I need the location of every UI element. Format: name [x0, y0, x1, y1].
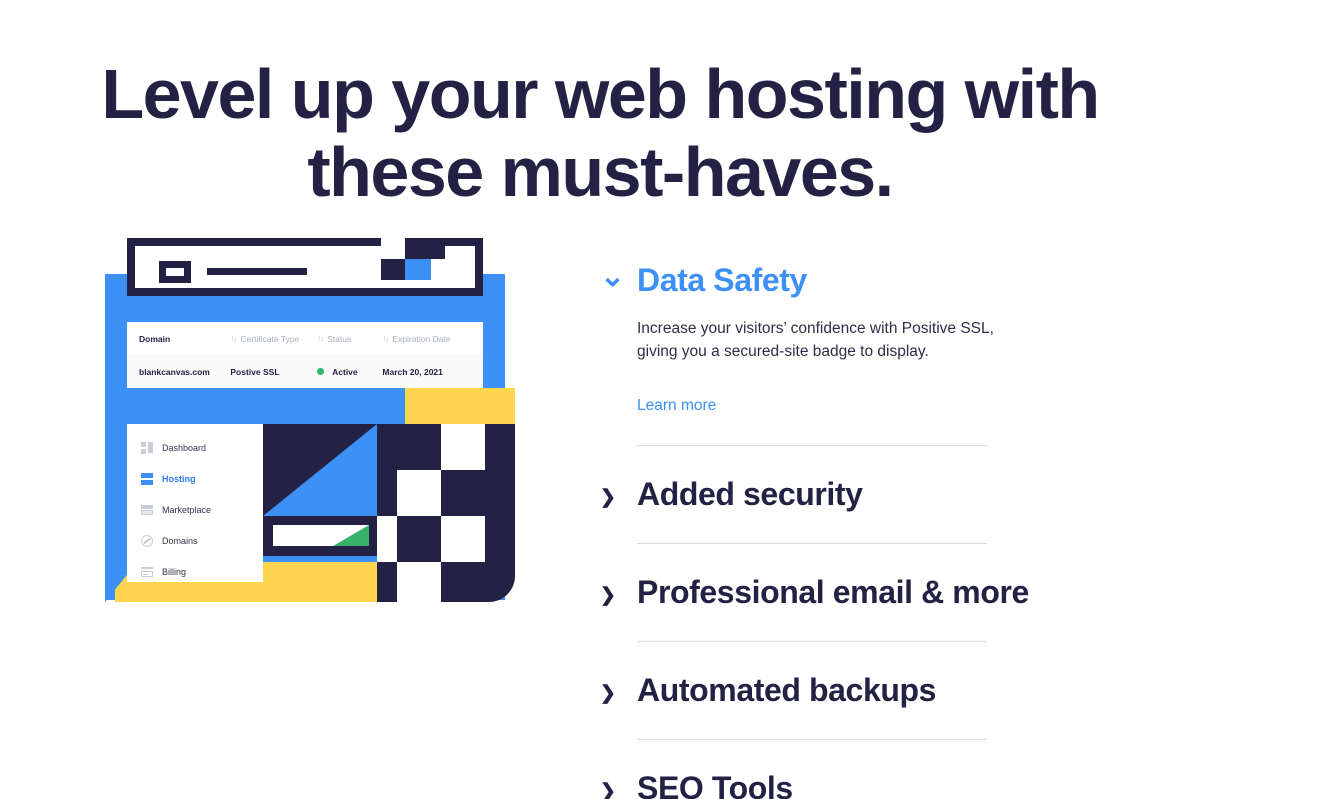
table-header-certificate-type[interactable]: ↑↓ Certificate Type: [230, 334, 317, 344]
store-icon: [141, 504, 154, 516]
table-header-expiration-date[interactable]: ↑↓ Expiration Date: [382, 334, 471, 344]
sort-icon[interactable]: ↑↓: [317, 334, 324, 343]
status-dot-icon: [317, 368, 325, 375]
sidebar-item-hosting[interactable]: Hosting: [141, 463, 263, 494]
server-icon: [141, 472, 154, 485]
chevron-right-icon[interactable]: ❯: [600, 580, 637, 605]
sidebar-item-label: Billing: [162, 566, 187, 577]
browser-url-line: [207, 268, 307, 275]
header-label: Certificate Type: [240, 333, 300, 344]
sidebar-item-label: Dashboard: [162, 442, 207, 453]
status-badge: Active: [332, 366, 358, 377]
browser-checker-white-1: [381, 238, 405, 259]
accordion-header[interactable]: ❯ Added security: [600, 476, 1120, 513]
accordion-panel: Increase your visitors’ confidence with …: [637, 317, 1120, 416]
sidebar-item-marketplace[interactable]: Marketplace: [141, 494, 263, 525]
cell-value: blankcanvas.com: [139, 366, 210, 377]
illustration-checkerboard: [377, 424, 515, 602]
cell-value: March 20, 2021: [382, 366, 443, 377]
page-root: Level up your web hosting with these mus…: [0, 0, 1320, 799]
table-row: blankcanvas.com Postive SSL Active March…: [127, 355, 483, 388]
ssl-certificate-table: Domain ↑↓ Certificate Type ↑↓ Status ↑↓ …: [127, 322, 483, 388]
header-label: Domain: [139, 333, 171, 344]
accordion-item-added-security[interactable]: ❯ Added security: [600, 476, 1120, 513]
sidebar-item-label: Hosting: [162, 473, 196, 484]
sidebar-item-dashboard[interactable]: Dashboard: [141, 432, 263, 463]
accordion-description: Increase your visitors’ confidence with …: [637, 319, 994, 360]
globe-icon: [141, 534, 154, 547]
chevron-right-icon[interactable]: ❯: [600, 678, 637, 703]
accordion-item-automated-backups[interactable]: ❯ Automated backups: [600, 672, 1120, 709]
sort-icon[interactable]: ↑↓: [230, 334, 237, 343]
cell-expiration-date: March 20, 2021: [382, 367, 471, 377]
accordion-divider: [637, 445, 987, 447]
header-label: Status: [327, 333, 352, 344]
table-header-status[interactable]: ↑↓ Status: [317, 334, 382, 344]
sort-icon[interactable]: ↑↓: [382, 334, 389, 343]
illustration-progress-panel: [263, 516, 377, 556]
hosting-illustration: Domain ↑↓ Certificate Type ↑↓ Status ↑↓ …: [105, 238, 515, 604]
cell-domain: blankcanvas.com: [139, 367, 230, 377]
dashboard-sidebar: Dashboard Hosting Marketplace Domains Bi…: [127, 424, 263, 582]
accordion-divider: [637, 640, 987, 642]
illustration-progress-bar: [273, 525, 369, 546]
accordion-divider: [637, 543, 987, 545]
accordion-item-professional-email[interactable]: ❯ Professional email & more: [600, 574, 1120, 611]
accordion-header[interactable]: ❯ Professional email & more: [600, 574, 1120, 611]
accordion-title: Professional email & more: [637, 574, 1029, 611]
browser-checker-dark-1: [405, 238, 445, 259]
chevron-right-icon[interactable]: ❯: [600, 776, 637, 799]
browser-icon-square: [159, 261, 191, 283]
chevron-down-icon[interactable]: ⌄: [600, 262, 637, 292]
illustration-diagonal-panel: [263, 424, 377, 516]
page-title: Level up your web hosting with these mus…: [101, 54, 1100, 211]
accordion-item-data-safety[interactable]: ⌄ Data Safety Increase your visitors’ co…: [600, 262, 1120, 415]
accordion-header[interactable]: ❯ Automated backups: [600, 672, 1120, 709]
accordion-divider: [637, 738, 987, 740]
sidebar-item-billing[interactable]: Billing: [141, 556, 263, 587]
browser-checker-dark-2: [381, 259, 405, 280]
cell-certificate-type: Postive SSL: [230, 367, 317, 377]
sidebar-item-label: Domains: [162, 535, 198, 546]
accordion-header[interactable]: ❯ SEO Tools: [600, 770, 1120, 799]
sidebar-item-label: Marketplace: [162, 504, 212, 515]
cell-value: Postive SSL: [230, 366, 280, 377]
cell-status: Active: [317, 367, 382, 377]
credit-card-icon: [141, 566, 154, 578]
accordion-title: Added security: [637, 476, 863, 513]
sidebar-item-domains[interactable]: Domains: [141, 525, 263, 556]
accordion-title: SEO Tools: [637, 769, 793, 799]
features-accordion: ⌄ Data Safety Increase your visitors’ co…: [600, 262, 1120, 799]
accordion-header[interactable]: ⌄ Data Safety: [600, 262, 1120, 299]
browser-checker-blue-1: [405, 259, 431, 280]
accordion-title: Data Safety: [637, 262, 807, 298]
dashboard-icon: [141, 441, 154, 454]
header-label: Expiration Date: [392, 333, 451, 344]
learn-more-link[interactable]: Learn more: [637, 397, 716, 415]
accordion-title: Automated backups: [637, 671, 937, 708]
table-header-domain: Domain: [139, 334, 230, 344]
accordion-item-seo-tools[interactable]: ❯ SEO Tools: [600, 770, 1120, 799]
chevron-right-icon[interactable]: ❯: [600, 482, 637, 507]
table-header-row: Domain ↑↓ Certificate Type ↑↓ Status ↑↓ …: [127, 322, 483, 355]
